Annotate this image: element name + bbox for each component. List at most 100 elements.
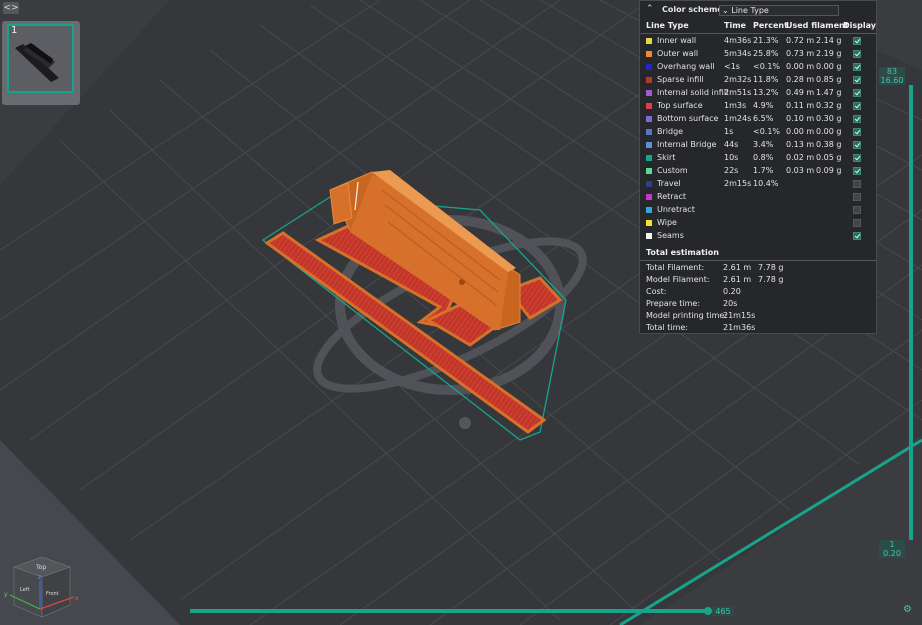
total-label: Model printing time: xyxy=(646,311,728,320)
display-checkbox[interactable] xyxy=(853,37,861,45)
line-type-percent: 10.4% xyxy=(753,179,779,188)
color-swatch xyxy=(646,129,652,135)
display-checkbox[interactable] xyxy=(853,219,861,227)
color-swatch xyxy=(646,142,652,148)
top-layer-label[interactable]: 83 16.60 xyxy=(879,67,905,85)
total-row: Model printing time: 21m15s xyxy=(640,310,876,322)
bottom-layer-height: 0.20 xyxy=(883,549,901,558)
line-type-time: <1s xyxy=(724,62,740,71)
color-scheme-panel: ⌃ Color scheme ⌄ Line Type Line Type Tim… xyxy=(639,0,877,334)
line-type-name: Sparse infill xyxy=(657,75,704,84)
display-checkbox[interactable] xyxy=(853,76,861,84)
line-type-time: 1s xyxy=(724,127,734,136)
line-type-row: Inner wall 4m36s 21.3% 0.72 m 2.14 g xyxy=(640,35,876,48)
line-type-name: Bridge xyxy=(657,127,684,136)
line-type-weight: 2.14 g xyxy=(816,36,842,45)
header-used-filament: Used filament xyxy=(786,21,849,30)
total-value-weight: 7.78 g xyxy=(758,263,784,272)
line-type-length: 0.73 m xyxy=(786,49,815,58)
line-type-name: Custom xyxy=(657,166,688,175)
color-scheme-select[interactable]: ⌄ Line Type xyxy=(719,5,839,16)
plate-thumbnail[interactable]: 1 xyxy=(2,21,80,105)
display-checkbox[interactable] xyxy=(853,102,861,110)
line-type-percent: <0.1% xyxy=(753,127,781,136)
line-type-name: Wipe xyxy=(657,218,677,227)
display-checkbox[interactable] xyxy=(853,141,861,149)
collapse-toggle-button[interactable]: <> xyxy=(3,2,19,14)
line-type-weight: 0.00 g xyxy=(816,62,842,71)
display-checkbox[interactable] xyxy=(853,63,861,71)
line-type-weight: 0.00 g xyxy=(816,127,842,136)
display-checkbox[interactable] xyxy=(853,89,861,97)
line-type-length: 0.28 m xyxy=(786,75,815,84)
line-type-name: Inner wall xyxy=(657,36,697,45)
color-swatch xyxy=(646,51,652,57)
display-checkbox[interactable] xyxy=(853,50,861,58)
color-swatch xyxy=(646,38,652,44)
line-type-weight: 0.32 g xyxy=(816,101,842,110)
total-row: Total time: 21m36s xyxy=(640,322,876,334)
line-type-percent: 11.8% xyxy=(753,75,779,84)
display-checkbox[interactable] xyxy=(853,232,861,240)
collapse-icon[interactable]: ⌃ xyxy=(646,4,654,14)
line-type-name: Internal Bridge xyxy=(657,140,717,149)
header-divider xyxy=(640,33,876,34)
header-display: Display xyxy=(843,21,876,30)
line-type-length: 0.00 m xyxy=(786,62,815,71)
line-type-percent: 4.9% xyxy=(753,101,774,110)
line-type-percent: 21.3% xyxy=(753,36,779,45)
line-type-weight: 0.09 g xyxy=(816,166,842,175)
line-type-name: Unretract xyxy=(657,205,695,214)
line-type-weight: 1.47 g xyxy=(816,88,842,97)
line-type-name: Overhang wall xyxy=(657,62,715,71)
header-time: Time xyxy=(724,21,746,30)
line-type-percent: 0.8% xyxy=(753,153,774,162)
line-type-percent: 1.7% xyxy=(753,166,774,175)
line-type-percent: 3.4% xyxy=(753,140,774,149)
line-type-percent: <0.1% xyxy=(753,62,781,71)
line-type-weight: 0.85 g xyxy=(816,75,842,84)
color-swatch xyxy=(646,194,652,200)
total-value: 2.61 m xyxy=(723,263,752,272)
header-line-type: Line Type xyxy=(646,21,689,30)
settings-icon[interactable]: ⚙ xyxy=(903,604,912,615)
line-type-row: Outer wall 5m34s 25.8% 0.73 m 2.19 g xyxy=(640,48,876,61)
line-type-weight: 2.19 g xyxy=(816,49,842,58)
line-type-time: 10s xyxy=(724,153,739,162)
axis-z-label: z xyxy=(38,574,41,581)
total-label: Total time: xyxy=(646,323,688,332)
display-checkbox[interactable] xyxy=(853,180,861,188)
display-checkbox[interactable] xyxy=(853,206,861,214)
line-type-time: 2m32s xyxy=(724,75,752,84)
line-type-row: Skirt 10s 0.8% 0.02 m 0.05 g xyxy=(640,152,876,165)
line-type-row: Travel 2m15s 10.4% xyxy=(640,178,876,191)
line-type-name: Top surface xyxy=(657,101,703,110)
display-checkbox[interactable] xyxy=(853,128,861,136)
display-checkbox[interactable] xyxy=(853,115,861,123)
total-value-weight: 7.78 g xyxy=(758,275,784,284)
navcube-left-label: Left xyxy=(20,587,29,593)
line-type-time: 1m3s xyxy=(724,101,747,110)
line-type-name: Bottom surface xyxy=(657,114,719,123)
display-checkbox[interactable] xyxy=(853,167,861,175)
total-value: 2.61 m xyxy=(723,275,752,284)
line-type-name: Travel xyxy=(657,179,681,188)
total-label: Prepare time: xyxy=(646,299,701,308)
line-type-time: 5m34s xyxy=(724,49,752,58)
top-layer-height: 16.60 xyxy=(880,76,904,85)
navigation-cube[interactable]: Top Left Front z x y xyxy=(2,555,82,621)
line-type-name: Outer wall xyxy=(657,49,699,58)
line-type-row: Internal solid infill 2m51s 13.2% 0.49 m 1.4… xyxy=(640,87,876,100)
navcube-front-label: Front xyxy=(46,591,59,597)
bottom-layer-label[interactable]: 1 0.20 xyxy=(879,540,905,558)
line-type-time: 44s xyxy=(724,140,739,149)
display-checkbox[interactable] xyxy=(853,154,861,162)
line-type-length: 0.10 m xyxy=(786,114,815,123)
line-type-time: 2m15s xyxy=(724,179,752,188)
color-swatch xyxy=(646,220,652,226)
move-slider-label[interactable]: 465 xyxy=(712,607,734,616)
color-swatch xyxy=(646,64,652,70)
total-row: Prepare time: 20s xyxy=(640,298,876,310)
total-value: 20s xyxy=(723,299,738,308)
display-checkbox[interactable] xyxy=(853,193,861,201)
